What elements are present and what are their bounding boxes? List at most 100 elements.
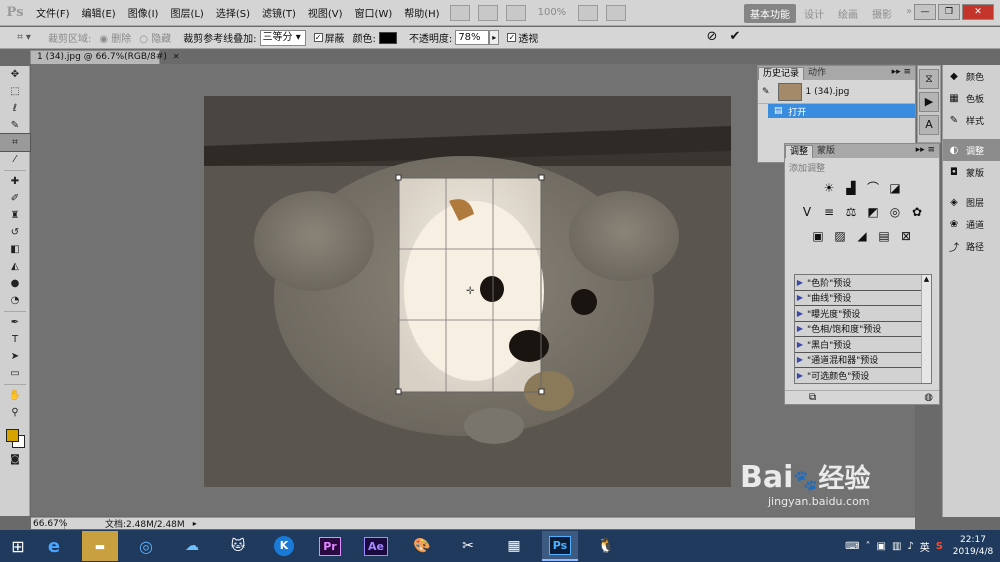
workspace-essentials[interactable]: 基本功能 — [744, 4, 796, 23]
eraser-tool-icon[interactable]: ◧ — [0, 241, 30, 258]
dodge-tool-icon[interactable]: ◔ — [0, 292, 30, 309]
actions-panel-icon[interactable]: ▶ — [919, 92, 939, 112]
paint-bucket-tool-icon[interactable]: ◭ — [0, 258, 30, 275]
tray-expand-icon[interactable]: ˄ — [866, 541, 871, 552]
cancel-crop-icon[interactable]: ⊘ — [704, 29, 720, 45]
history-brush-source-icon[interactable]: ✎ — [762, 87, 770, 97]
brightness-contrast-icon[interactable]: ☀ — [821, 180, 837, 196]
overlay-select[interactable]: 三等分 ▾ — [259, 29, 306, 46]
menu-filter[interactable]: 滤镜(T) — [256, 5, 302, 20]
preset-hue-saturation[interactable]: ▶ "色相/饱和度"预设 — [795, 321, 931, 337]
curves-icon[interactable]: ⌒ — [865, 180, 881, 196]
clip-to-layer-icon[interactable]: ◍ — [924, 392, 933, 403]
taskbar-app-cat[interactable]: 🐱 — [220, 531, 256, 561]
arrange-documents-icon[interactable] — [578, 4, 599, 21]
black-white-icon[interactable]: ◩ — [865, 204, 881, 220]
hand-tool-icon[interactable]: ✋ — [0, 387, 30, 404]
brush-tool-icon[interactable]: ✐ — [0, 190, 30, 207]
menu-image[interactable]: 图像(I) — [122, 5, 165, 20]
menu-view[interactable]: 视图(V) — [302, 5, 349, 20]
clock[interactable]: 22:17 2019/4/8 — [946, 534, 1000, 558]
healing-brush-tool-icon[interactable]: ✚ — [0, 173, 30, 190]
taskbar-app-ie[interactable]: e — [36, 531, 72, 561]
preset-curves[interactable]: ▶ "曲线"预设 — [795, 290, 931, 306]
dock-adjustments[interactable]: ◐ 调整 — [943, 139, 1000, 161]
status-menu-arrow-icon[interactable]: ▸ — [193, 519, 197, 528]
tray-app-icon[interactable]: ▣ — [877, 541, 886, 552]
preset-exposure[interactable]: ▶ "曝光度"预设 — [795, 306, 931, 322]
volume-icon[interactable]: ♪ — [907, 541, 913, 552]
taskbar-app-baidu[interactable]: ☁ — [174, 531, 210, 561]
hue-saturation-icon[interactable]: ≡ — [821, 204, 837, 220]
foreground-color-swatch[interactable] — [6, 429, 19, 442]
taskbar-app-premiere[interactable]: Pr — [312, 531, 348, 561]
shape-tool-icon[interactable]: ▭ — [0, 365, 30, 382]
dock-color[interactable]: ◆ 颜色 — [943, 65, 1000, 87]
dog-photo[interactable]: ✛ — [204, 96, 731, 487]
dock-styles[interactable]: ✎ 样式 — [943, 109, 1000, 131]
commit-crop-icon[interactable]: ✔ — [727, 29, 743, 45]
crop-tool-icon[interactable]: ⌗ — [0, 133, 31, 152]
zoom-level-dropdown[interactable]: 100% — [538, 7, 567, 18]
close-document-icon[interactable]: ✕ — [173, 52, 180, 61]
network-icon[interactable]: ▥ — [892, 541, 901, 552]
gradient-map-icon[interactable]: ▤ — [876, 228, 892, 244]
menu-edit[interactable]: 编辑(E) — [76, 5, 122, 20]
preset-levels[interactable]: ▶ "色阶"预设 — [795, 275, 931, 291]
hide-radio[interactable]: ○ 隐藏 — [139, 30, 171, 45]
tab-history[interactable]: 历史记录 — [758, 67, 805, 80]
dock-channels[interactable]: ❀ 通道 — [943, 213, 1000, 235]
menu-select[interactable]: 选择(S) — [210, 5, 256, 20]
mini-bridge-icon[interactable] — [477, 4, 498, 21]
windows-start-icon[interactable]: ⊞ — [0, 530, 36, 562]
restore-icon[interactable]: ❐ — [938, 4, 960, 20]
preset-black-white[interactable]: ▶ "黑白"预设 — [795, 337, 931, 353]
return-to-list-icon[interactable]: ⧉ — [809, 392, 816, 403]
document-tab[interactable]: 1 (34).jpg @ 66.7%(RGB/8#) ✕ — [30, 50, 180, 64]
opacity-slider-arrow-icon[interactable]: ▸ — [489, 30, 500, 45]
history-step[interactable]: ▤ 打开 — [768, 104, 915, 118]
taskbar-app-calc[interactable]: ▦ — [496, 531, 532, 561]
taskbar-app-paint[interactable]: 🎨 — [404, 531, 440, 561]
dock-swatches[interactable]: ▦ 色板 — [943, 87, 1000, 109]
shield-checkbox[interactable]: ✓ — [313, 33, 323, 42]
bridge-icon[interactable] — [449, 4, 470, 21]
dock-paths[interactable]: ⤴ 路径 — [943, 235, 1000, 257]
tab-adjustments[interactable]: 调整 — [785, 145, 814, 158]
invert-icon[interactable]: ▣ — [810, 228, 826, 244]
menu-file[interactable]: 文件(F) — [30, 5, 76, 20]
path-selection-tool-icon[interactable]: ➤ — [0, 348, 30, 365]
clone-stamp-tool-icon[interactable]: ♜ — [0, 207, 30, 224]
taskbar-app-tool[interactable]: ✂ — [450, 531, 486, 561]
minimize-icon[interactable]: — — [914, 4, 936, 20]
levels-icon[interactable]: ▟ — [843, 180, 859, 196]
type-tool-icon[interactable]: T — [0, 331, 30, 348]
dock-layers[interactable]: ◈ 图层 — [943, 191, 1000, 213]
color-balance-icon[interactable]: ⚖ — [843, 204, 859, 220]
workspace-painting[interactable]: 绘画 — [832, 4, 864, 23]
taskbar-app-folder[interactable]: ▬ — [82, 531, 118, 561]
keyboard-icon[interactable]: ⌨ — [845, 541, 859, 552]
photo-filter-icon[interactable]: ◎ — [887, 204, 903, 220]
taskbar-app-k[interactable]: K — [266, 531, 302, 561]
preset-channel-mixer[interactable]: ▶ "通道混和器"预设 — [795, 352, 931, 368]
taskbar-app-browser[interactable]: ◎ — [128, 531, 164, 561]
channel-mixer-icon[interactable]: ✿ — [909, 204, 925, 220]
shield-color-swatch[interactable] — [378, 31, 397, 44]
blur-tool-icon[interactable]: ● — [0, 275, 30, 292]
move-tool-icon[interactable]: ✥ — [0, 66, 30, 83]
quick-selection-tool-icon[interactable]: ✎ — [0, 117, 30, 134]
crop-tool-preset-icon[interactable]: ⌗ ▾ — [4, 29, 44, 47]
history-brush-tool-icon[interactable]: ↺ — [0, 224, 30, 241]
preset-scrollbar[interactable]: ▲ — [921, 275, 931, 383]
screen-mode-icon[interactable] — [606, 4, 627, 21]
opacity-input[interactable]: 78% — [455, 30, 490, 45]
sogou-icon[interactable]: S — [936, 541, 943, 552]
posterize-icon[interactable]: ▨ — [832, 228, 848, 244]
selective-color-icon[interactable]: ⊠ — [898, 228, 914, 244]
menu-layer[interactable]: 图层(L) — [164, 5, 209, 20]
marquee-tool-icon[interactable]: ⬚ — [0, 83, 30, 100]
eyedropper-tool-icon[interactable]: ⁄ — [0, 151, 30, 168]
history-snapshot[interactable]: ✎ 1 (34).jpg — [758, 80, 915, 104]
vibrance-icon[interactable]: V — [799, 204, 815, 220]
